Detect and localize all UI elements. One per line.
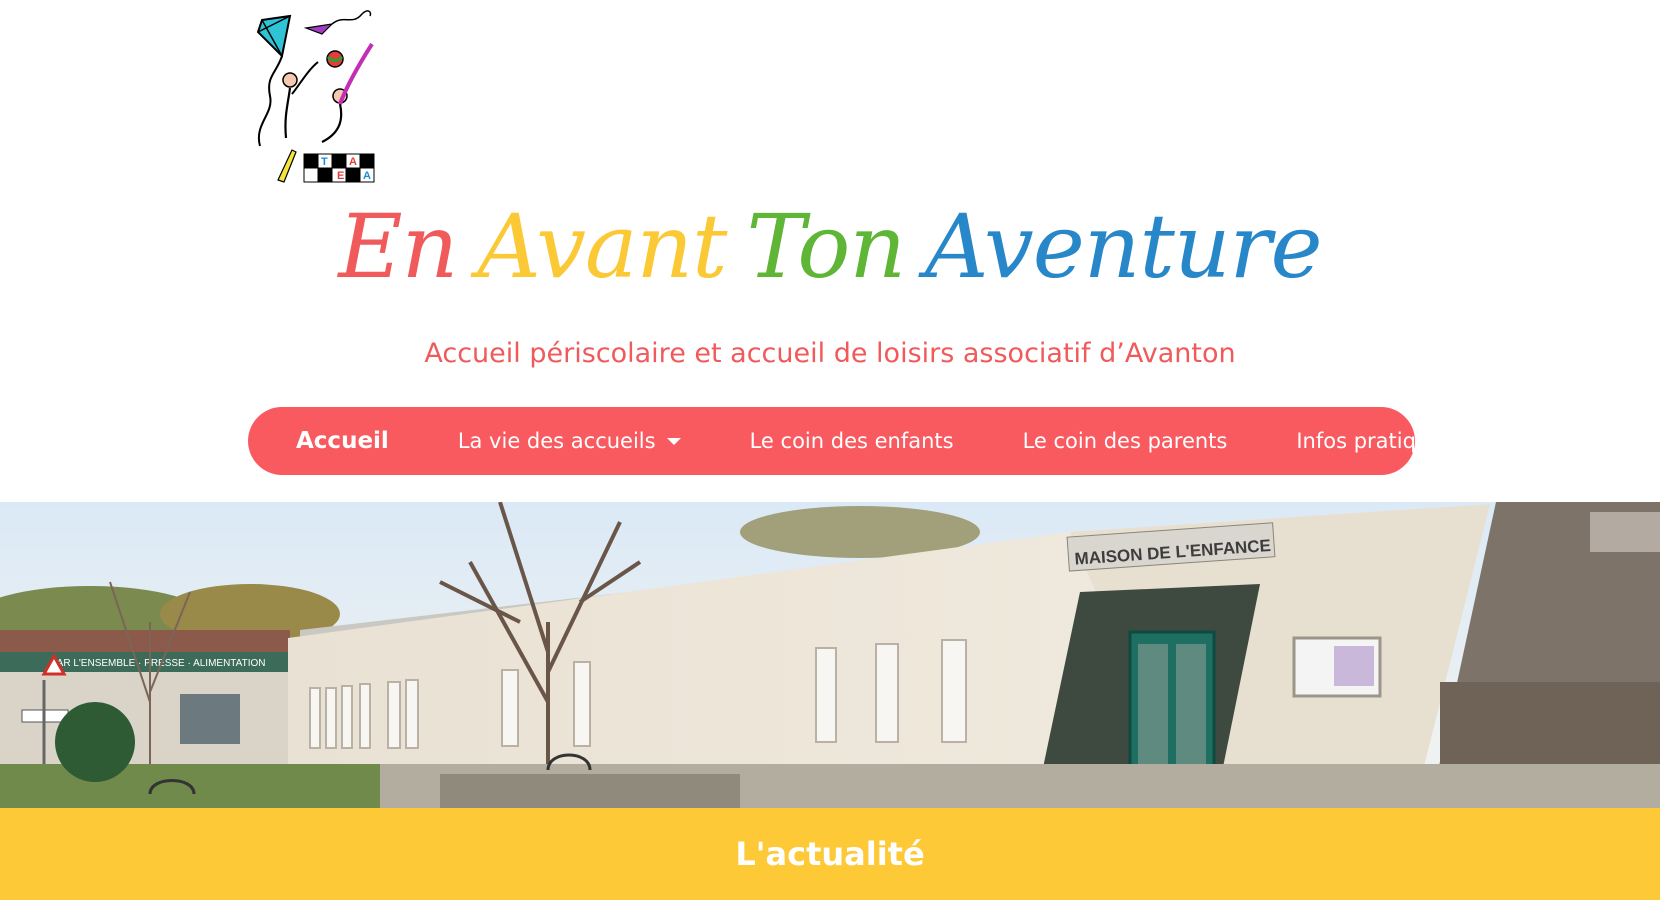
news-title: L'actualité [735, 835, 925, 873]
nav-item-infos-pratiques[interactable]: Infos pratiques [1296, 429, 1453, 453]
site-logo[interactable]: E A T A [248, 4, 376, 188]
title-word-en: En [338, 195, 458, 298]
caret-down-icon [666, 437, 681, 445]
nav-item-label: Accueil [296, 428, 389, 454]
tagline: Accueil périscolaire et accueil de loisi… [424, 338, 1236, 369]
nav-item-coin-des-enfants[interactable]: Le coin des enfants [750, 429, 954, 453]
nav-item-label: Le coin des parents [1022, 429, 1228, 453]
shop-sign: BAR L'ENSEMBLE · PRESSE · ALIMENTATION [50, 658, 265, 669]
hero-image: BAR L'ENSEMBLE · PRESSE · ALIMENTATION M… [0, 502, 1660, 808]
nav-item-coin-des-parents[interactable]: Le coin des parents [1023, 429, 1228, 453]
main-navbar: Accueil La vie des accueils Le coin des … [248, 407, 1453, 475]
page: E A T A En Avant Ton Aventure Accueil péris… [0, 0, 1660, 900]
nav-item-label: La vie des accueils [457, 429, 656, 453]
svg-text:T: T [321, 156, 328, 168]
nav-item-la-vie-des-accueils[interactable]: La vie des accueils [458, 429, 681, 453]
nav-item-label: Infos pratiques [1296, 429, 1454, 453]
title-word-ton: Ton [746, 195, 906, 298]
svg-text:A: A [349, 156, 357, 168]
svg-text:E: E [337, 170, 344, 182]
nav-item-accueil[interactable]: Accueil [296, 428, 389, 454]
svg-text:A: A [363, 170, 371, 182]
title-word-avant: Avant [477, 195, 727, 298]
title-word-aventure: Aventure [925, 195, 1323, 298]
nav-item-label: Le coin des enfants [749, 429, 954, 453]
site-title: En Avant Ton Aventure [0, 192, 1660, 302]
news-section-header: L'actualité [0, 808, 1660, 900]
